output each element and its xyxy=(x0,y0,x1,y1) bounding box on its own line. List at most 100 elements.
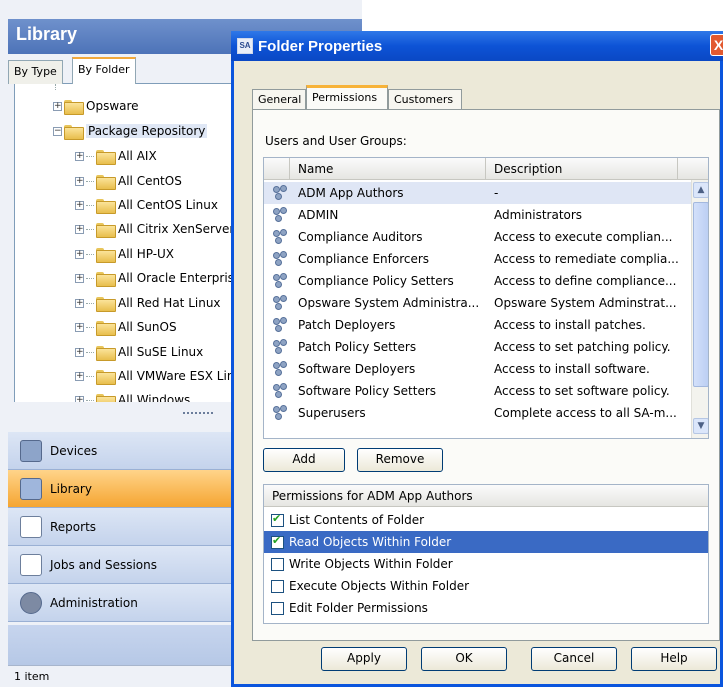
row-name: Superusers xyxy=(298,406,366,420)
permission-item[interactable]: Read Objects Within Folder xyxy=(264,531,708,553)
row-description: Administrators xyxy=(494,208,583,222)
scroll-up-icon[interactable]: ▲ xyxy=(693,182,708,198)
user-group-icon xyxy=(272,317,288,333)
expand-icon[interactable]: + xyxy=(75,273,84,283)
nav-label: Devices xyxy=(50,443,98,458)
table-row[interactable]: ADMIN Administrators xyxy=(264,204,691,226)
permission-checkbox[interactable] xyxy=(271,557,284,571)
jobs-icon xyxy=(20,553,42,576)
permission-item[interactable]: Write Objects Within Folder xyxy=(264,553,708,575)
user-group-icon xyxy=(272,229,288,245)
row-description: Access to remediate complia... xyxy=(494,252,679,266)
table-row[interactable]: Opsware System Administra... Opsware Syst… xyxy=(264,292,691,314)
row-name: Compliance Policy Setters xyxy=(298,274,454,288)
tab-customers[interactable]: Customers xyxy=(388,89,462,109)
dialog-titlebar[interactable]: SA Folder Properties X xyxy=(231,31,723,61)
table-row[interactable]: Compliance Enforcers Access to remediate … xyxy=(264,248,691,270)
app-icon: SA xyxy=(237,38,253,54)
nav-label: Reports xyxy=(50,519,97,534)
tab-by-folder[interactable]: By Folder xyxy=(72,57,136,85)
grip-icon[interactable] xyxy=(183,412,213,415)
permission-checkbox[interactable] xyxy=(271,512,284,527)
permission-item[interactable]: Edit Folder Permissions xyxy=(264,597,708,619)
apply-button[interactable]: Apply xyxy=(321,647,407,671)
header-description[interactable]: Description xyxy=(486,158,678,180)
row-description: Access to execute complian... xyxy=(494,230,673,244)
table-row[interactable]: Compliance Auditors Access to execute com… xyxy=(264,226,691,248)
permission-item[interactable]: List Contents of Folder xyxy=(264,509,708,531)
tree-node-all-sunos[interactable]: + All SunOS xyxy=(75,317,177,337)
expand-icon[interactable]: + xyxy=(75,249,84,259)
nav-label: Administration xyxy=(50,595,138,610)
expand-icon[interactable]: + xyxy=(75,176,84,186)
row-description: Opsware System Adminstrat... xyxy=(494,296,677,310)
header-name[interactable]: Name xyxy=(290,158,486,180)
tree-node-all-aix[interactable]: + All AIX xyxy=(75,146,157,166)
tree-node-all-windows[interactable]: + All Windows xyxy=(75,390,190,402)
table-row[interactable]: Software Deployers Access to install soft… xyxy=(264,358,691,380)
tab-general[interactable]: General xyxy=(252,89,306,109)
permission-item[interactable]: Execute Objects Within Folder xyxy=(264,575,708,597)
expand-icon[interactable]: + xyxy=(75,200,84,210)
remove-button[interactable]: Remove xyxy=(357,448,443,472)
scroll-down-icon[interactable]: ▼ xyxy=(693,418,708,434)
table-header: Name Description xyxy=(264,158,708,180)
tree-node-all-oracle-enterprise[interactable]: + All Oracle Enterprise xyxy=(75,268,241,288)
cancel-button[interactable]: Cancel xyxy=(531,647,617,671)
table-row[interactable]: ADM App Authors - xyxy=(264,182,691,204)
tree-node-label: All Windows xyxy=(118,393,191,402)
row-description: Access to install patches. xyxy=(494,318,646,332)
ok-button[interactable]: OK xyxy=(421,647,507,671)
tree-node-label: All VMWare ESX Linu xyxy=(118,369,243,383)
tree-node-all-centos-linux[interactable]: + All CentOS Linux xyxy=(75,195,218,215)
tree-node-all-vmware-esx-linux[interactable]: + All VMWare ESX Linu xyxy=(75,366,242,386)
tree-node-label: Package Repository xyxy=(86,124,208,138)
row-name: Patch Deployers xyxy=(298,318,396,332)
expand-icon[interactable]: + xyxy=(75,224,84,234)
folder-icon xyxy=(96,222,116,238)
nav-label: Library xyxy=(50,481,92,496)
tree-node-package-repository[interactable]: − Package Repository xyxy=(53,121,208,141)
collapse-icon[interactable]: − xyxy=(53,126,62,136)
tree-node-all-citrix-xenserver[interactable]: + All Citrix XenServer xyxy=(75,219,234,239)
folder-icon xyxy=(96,320,116,336)
tree-node-label: All Red Hat Linux xyxy=(118,296,221,310)
scroll-thumb[interactable] xyxy=(693,202,708,387)
table-row[interactable]: Patch Deployers Access to install patches… xyxy=(264,314,691,336)
reports-icon xyxy=(20,515,42,538)
tree-node-opsware[interactable]: + Opsware xyxy=(53,96,139,116)
permission-checkbox[interactable] xyxy=(271,579,284,593)
expand-icon[interactable]: + xyxy=(75,151,84,161)
tab-by-type[interactable]: By Type xyxy=(8,60,63,84)
folder-icon xyxy=(96,271,116,287)
user-group-icon xyxy=(272,339,288,355)
table-row[interactable]: Patch Policy Setters Access to set patchi… xyxy=(264,336,691,358)
add-button[interactable]: Add xyxy=(263,448,345,472)
tab-permissions[interactable]: Permissions xyxy=(306,85,388,110)
permission-checkbox[interactable] xyxy=(271,534,284,549)
tree-node-all-suse-linux[interactable]: + All SuSE Linux xyxy=(75,342,203,362)
close-button[interactable]: X xyxy=(710,34,723,56)
permission-checkbox[interactable] xyxy=(271,601,284,615)
folder-icon xyxy=(96,345,116,361)
tree-node-all-red-hat-linux[interactable]: + All Red Hat Linux xyxy=(75,293,221,313)
expand-icon[interactable]: + xyxy=(75,371,84,381)
row-name: Opsware System Administra... xyxy=(298,296,480,310)
permission-label: Edit Folder Permissions xyxy=(289,601,428,615)
table-row[interactable]: Superusers Complete access to all SA-m... xyxy=(264,402,691,424)
permissions-pane: Users and User Groups: Name Description … xyxy=(252,109,720,641)
expand-icon[interactable]: + xyxy=(75,347,84,357)
expand-icon[interactable]: + xyxy=(75,298,84,308)
expand-icon[interactable]: + xyxy=(75,322,84,332)
folder-icon xyxy=(96,247,116,263)
tree-node-all-hp-ux[interactable]: + All HP-UX xyxy=(75,244,174,264)
table-row[interactable]: Compliance Policy Setters Access to defin… xyxy=(264,270,691,292)
tree-node-all-centos[interactable]: + All CentOS xyxy=(75,171,182,191)
user-group-icon xyxy=(272,361,288,377)
help-button[interactable]: Help xyxy=(631,647,717,671)
permission-label: Write Objects Within Folder xyxy=(289,557,453,571)
folder-icon xyxy=(96,149,116,165)
table-row[interactable]: Software Policy Setters Access to set sof… xyxy=(264,380,691,402)
vertical-scrollbar[interactable]: ▲ ▼ xyxy=(691,180,708,438)
expand-icon[interactable]: + xyxy=(53,101,62,111)
